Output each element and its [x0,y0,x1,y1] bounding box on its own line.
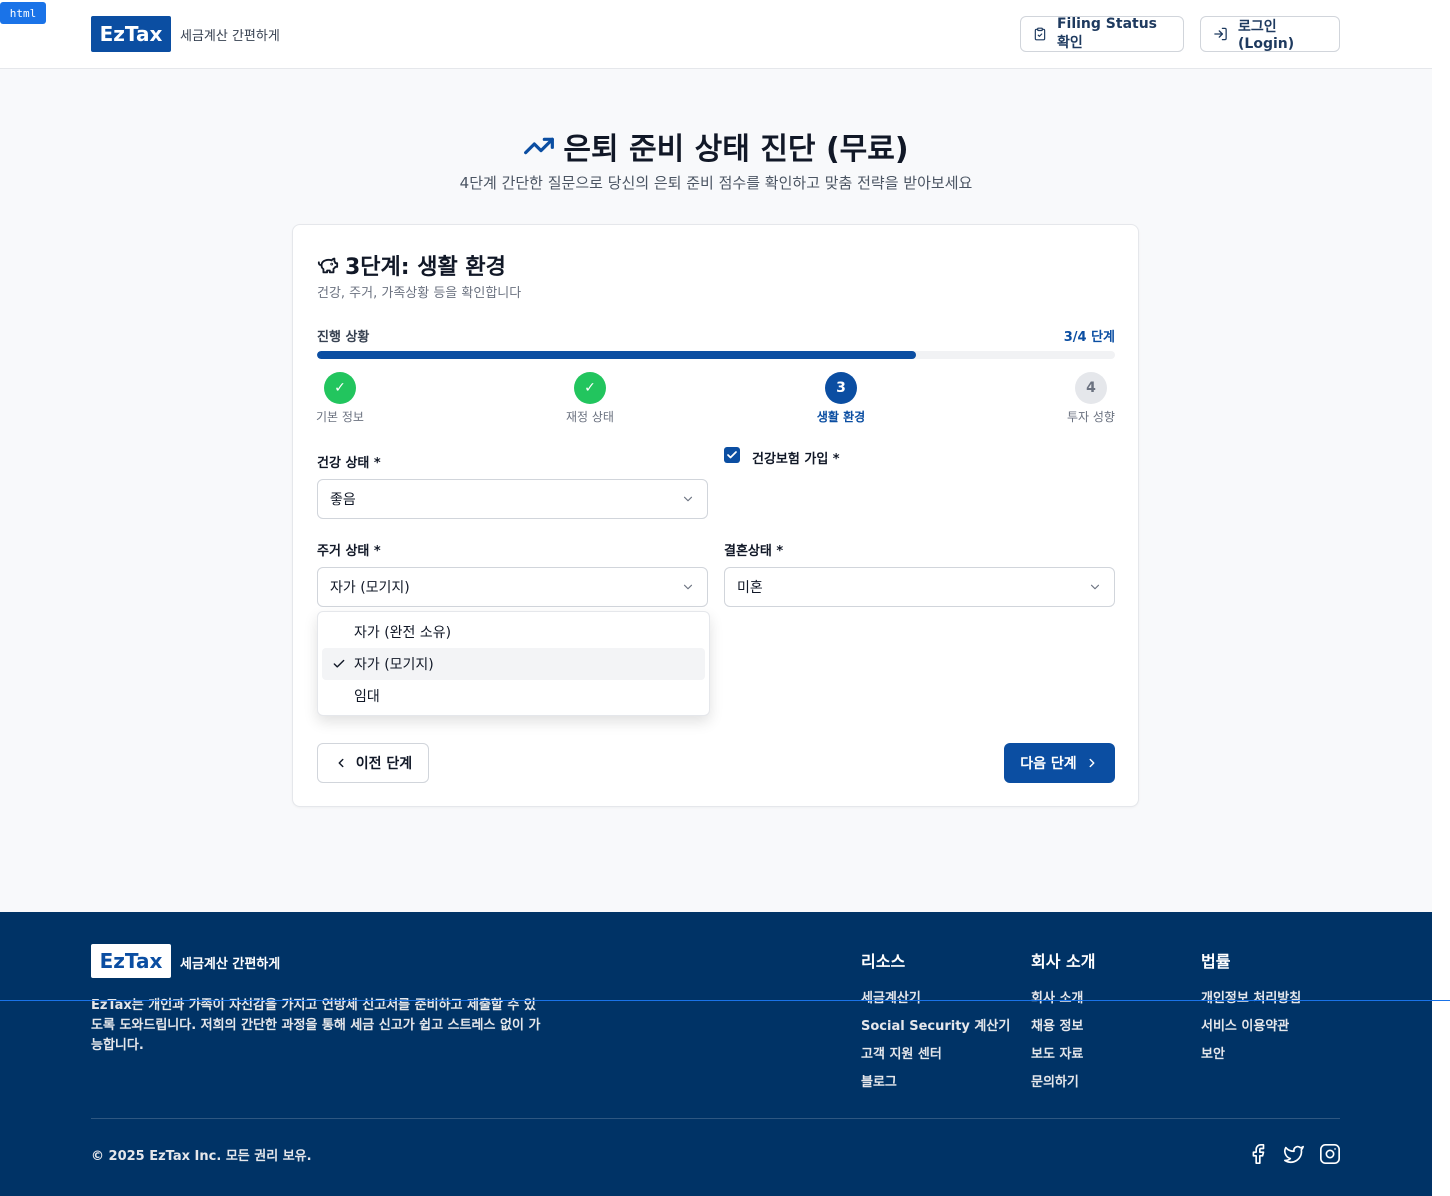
previous-step-button[interactable]: 이전 단계 [317,743,429,783]
step-item-1: ✓ 기본 정보 [300,372,380,425]
debug-tag: html [0,2,46,24]
health-insurance-label[interactable]: 건강보험 가입 * [752,448,840,467]
marital-status-select[interactable]: 미혼 [724,567,1115,607]
header-tagline: 세금계산 간편하게 [180,29,280,44]
housing-status-select[interactable]: 자가 (모기지) [317,567,708,607]
step-label: 기본 정보 [316,410,364,424]
footer-link[interactable]: 서비스 이용약관 [1201,1018,1301,1046]
footer-link[interactable]: 문의하기 [1031,1074,1095,1102]
login-icon [1214,27,1227,41]
housing-option-label: 자가 (모기지) [354,657,434,673]
logo[interactable]: EzTax [91,16,171,52]
facebook-icon[interactable] [1247,1143,1269,1165]
footer-link[interactable]: 고객 지원 센터 [861,1046,1010,1074]
step-title-text: 3단계: 생활 환경 [345,255,506,280]
chevron-right-icon [1089,758,1095,768]
login-button[interactable]: 로그인(Login) [1200,16,1340,52]
next-step-label: 다음 단계 [1020,756,1077,772]
step-label: 투자 성향 [1067,410,1115,424]
housing-options-dropdown: 자가 (완전 소유) 자가 (모기지) 임대 [317,611,710,716]
housing-option[interactable]: 자가 (완전 소유) [322,616,705,648]
page-subtitle: 4단계 간단한 질문으로 당신의 은퇴 준비 점수를 확인하고 맞춤 전략을 받… [459,174,973,192]
trending-up-icon [524,137,555,155]
footer-column: 리소스세금계산기 Social Security 계산기 고객 지원 센터 블로그 [861,948,1010,1102]
step-item-3: 3 생활 환경 [801,372,881,425]
chevron-down-icon [1090,584,1100,590]
footer-column-title: 회사 소개 [1031,952,1096,971]
footer-column: 회사 소개 회사 소개 채용 정보 보도 자료 문의하기 [1031,948,1095,1102]
filing-status-label: Filing Status 확인 [1056,16,1158,51]
footer-link[interactable]: 보안 [1201,1046,1301,1074]
check-icon [333,659,345,668]
marital-status-label: 결혼상태 * [724,544,784,559]
footer-column-title: 법률 [1201,952,1231,971]
step-done-check-icon: ✓ [574,372,606,404]
health-status-label: 건강 상태 * [317,456,381,471]
footer-description: EzTax는 개인과 가족이 자신감을 가지고 연방세 신고서를 준비하고 제출… [91,998,541,1053]
step-label: 생활 환경 [816,410,866,424]
footer-link[interactable]: 세금계산기 [861,990,1010,1018]
filing-status-button[interactable]: Filing Status 확인 [1020,16,1184,52]
page: EzTax 세금계산 간편하게 Filing Status 확인 로그인(Log… [0,0,1432,1196]
step-item-4: 4 투자 성향 [1051,372,1131,425]
housing-status-value: 자가 (모기지) [330,580,410,596]
instagram-icon[interactable] [1319,1143,1341,1165]
site-footer: EzTax 세금계산 간편하게 EzTax는 개인과 가족이 자신감을 가지고 … [0,912,1432,1196]
login-label: 로그인(Login) [1238,19,1295,52]
chevron-left-icon [338,758,344,768]
footer-link[interactable]: Social Security 계산기 [861,1018,1010,1046]
health-status-value: 좋음 [330,492,356,508]
piggy-bank-icon [317,257,339,274]
progress-count: 3/4 단계 [1063,330,1115,345]
page-title-text: 은퇴 준비 상태 진단 (무료) [563,132,909,167]
step-done-check-icon: ✓ [324,372,356,404]
health-status-select[interactable]: 좋음 [317,479,708,519]
step-number-badge: 3 [825,372,857,404]
footer-tagline: 세금계산 간편하게 [180,957,281,972]
twitter-icon[interactable] [1283,1143,1305,1165]
diagnosis-card: 3단계: 생활 환경 건강, 주거, 가족상황 등을 확인합니다 진행 상황 3… [292,224,1139,807]
health-insurance-checkbox[interactable] [724,447,740,463]
step-number-badge: 4 [1075,372,1107,404]
scrollbar-gutter[interactable] [1432,0,1450,1196]
check-icon [727,451,737,459]
housing-option-label: 자가 (완전 소유) [354,625,452,641]
chevron-down-icon [683,584,693,590]
previous-step-label: 이전 단계 [355,756,413,772]
housing-status-label: 주거 상태 * [317,544,381,559]
step-title: 3단계: 생활 환경 [317,249,506,281]
footer-link[interactable]: 보도 자료 [1031,1046,1095,1074]
footer-link[interactable]: 블로그 [861,1074,1010,1102]
copyright: © 2025 EzTax Inc. 모든 권리 보유. [91,1149,312,1164]
progress-label: 진행 상황 [317,330,370,345]
footer-column-title: 리소스 [861,952,906,971]
clipboard-check-icon [1034,27,1046,41]
next-step-button[interactable]: 다음 단계 [1004,743,1115,783]
housing-option[interactable]: 임대 [322,680,705,712]
housing-option[interactable]: 자가 (모기지) [322,648,705,680]
footer-logo[interactable]: EzTax [91,944,171,978]
top-header: EzTax 세금계산 간편하게 Filing Status 확인 로그인(Log… [0,0,1432,69]
progress-bar [317,351,1115,359]
footer-divider [91,1118,1340,1119]
housing-option-label: 임대 [354,689,380,705]
step-indicator: ✓ 기본 정보 ✓ 재정 상태 3 생활 환경 4 투자 성향 [316,372,1115,428]
footer-link[interactable]: 회사 소개 [1031,990,1095,1018]
footer-link[interactable]: 개인정보 처리방침 [1201,990,1301,1018]
footer-column: 법률개인정보 처리방침 서비스 이용약관 보안 [1201,948,1301,1074]
footer-link[interactable]: 채용 정보 [1031,1018,1095,1046]
step-description: 건강, 주거, 가족상황 등을 확인합니다 [317,286,522,301]
page-title: 은퇴 준비 상태 진단 (무료) [0,124,1432,168]
step-item-2: ✓ 재정 상태 [550,372,630,425]
marital-status-value: 미혼 [737,580,763,596]
chevron-down-icon [683,496,693,502]
step-label: 재정 상태 [566,410,614,424]
guide-line [0,1000,1450,1001]
progress-bar-fill [317,351,916,359]
